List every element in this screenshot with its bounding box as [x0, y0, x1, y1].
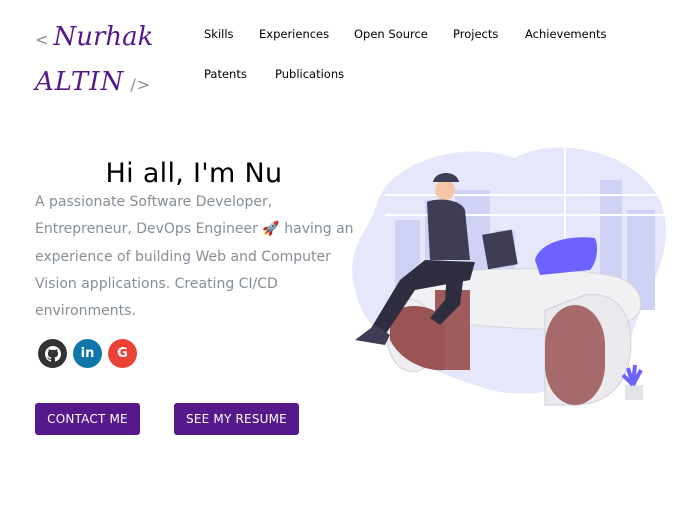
github-icon — [44, 345, 61, 362]
nav-open-source[interactable]: Open Source — [340, 20, 442, 48]
logo-close-bracket: /> — [130, 75, 152, 94]
hero-bio: A passionate Software Developer, Entrepr… — [35, 194, 354, 320]
nav-experiences[interactable]: Experiences — [245, 20, 343, 48]
logo-open-bracket: < — [35, 30, 49, 49]
nav-skills[interactable]: Skills — [190, 20, 248, 48]
nav-projects[interactable]: Projects — [439, 20, 512, 48]
github-link[interactable] — [38, 339, 67, 368]
nav-achievements[interactable]: Achievements — [511, 20, 621, 48]
google-link[interactable]: G — [108, 339, 137, 368]
hero-illustration — [352, 140, 667, 406]
contact-me-button[interactable]: CONTACT ME — [35, 403, 140, 435]
logo-last-name: ALTIN — [35, 67, 125, 97]
linkedin-link[interactable]: in — [73, 339, 102, 368]
linkedin-icon: in — [80, 346, 95, 361]
nav-publications[interactable]: Publications — [261, 60, 358, 88]
site-logo[interactable]: < Nurhak ALTIN /> — [35, 22, 175, 102]
monitor — [482, 229, 518, 270]
nav-patents[interactable]: Patents — [190, 60, 261, 88]
google-icon: G — [117, 346, 128, 361]
hero-greeting: Hi all, I'm Nu — [105, 158, 283, 190]
see-my-resume-button[interactable]: SEE MY RESUME — [174, 403, 299, 435]
logo-first-name: Nurhak — [53, 22, 154, 52]
